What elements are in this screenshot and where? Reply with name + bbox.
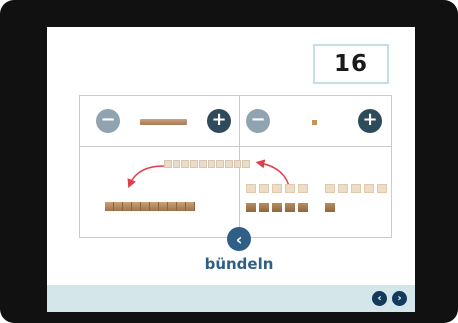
- unit-cube[interactable]: [246, 184, 256, 193]
- unit-cube[interactable]: [298, 184, 308, 193]
- unit-cube[interactable]: [272, 203, 282, 212]
- bundle-button[interactable]: ‹: [227, 227, 251, 251]
- bundle-arrows: [127, 159, 291, 191]
- unit-cube[interactable]: [338, 184, 348, 193]
- bundle-label[interactable]: bündeln: [187, 255, 291, 273]
- next-page-button[interactable]: ›: [392, 291, 407, 306]
- footer-bar: ‹ ›: [47, 285, 415, 312]
- unit-cube[interactable]: [285, 184, 295, 193]
- chevron-left-icon: ‹: [377, 293, 382, 304]
- unit-cube[interactable]: [351, 184, 361, 193]
- unit-cube[interactable]: [246, 203, 256, 212]
- unit-cube[interactable]: [298, 203, 308, 212]
- unit-cube[interactable]: [377, 184, 387, 193]
- unit-cube-group-dark: [246, 203, 308, 212]
- chevron-right-icon: ›: [397, 293, 402, 304]
- prev-page-button[interactable]: ‹: [372, 291, 387, 306]
- unit-cube[interactable]: [285, 203, 295, 212]
- unit-cube-group-dark-2: [325, 203, 335, 212]
- unit-cube[interactable]: [259, 203, 269, 212]
- ten-rod[interactable]: [105, 202, 195, 211]
- number-display: 16: [313, 44, 389, 84]
- unit-cube[interactable]: [272, 184, 282, 193]
- unit-cube-group-light: [246, 184, 308, 193]
- unit-cube[interactable]: [364, 184, 374, 193]
- place-value-board: − + − +: [79, 95, 392, 238]
- chevron-left-icon: ‹: [235, 229, 243, 249]
- unit-cube[interactable]: [259, 184, 269, 193]
- unit-cube[interactable]: [325, 203, 335, 212]
- device-frame: 16 − + − + ‹ bündeln ‹ ›: [0, 0, 458, 323]
- unit-cube[interactable]: [325, 184, 335, 193]
- unit-cube-group-light-2: [325, 184, 387, 193]
- app-screen: 16 − + − + ‹ bündeln ‹ ›: [47, 27, 415, 312]
